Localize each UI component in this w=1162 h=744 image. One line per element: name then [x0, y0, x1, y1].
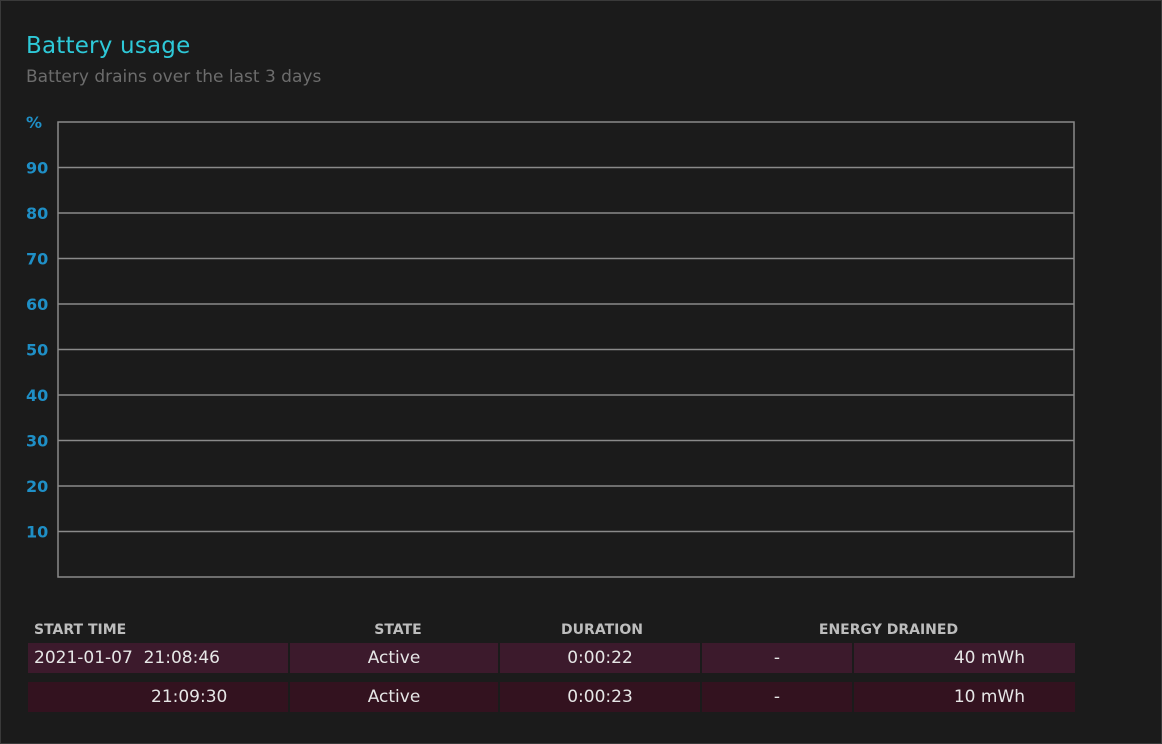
table-header: START TIME STATE DURATION ENERGY DRAINED: [28, 618, 1075, 642]
y-tick-label: 90: [26, 159, 48, 178]
cell-percent: -: [702, 682, 852, 712]
y-tick-label: 60: [26, 295, 48, 314]
header-state: STATE: [374, 622, 422, 638]
battery-drain-chart: % 90 80 70 60 50 40 30 20 10: [26, 113, 1075, 578]
table-row: 2021-01-07 21:08:46 Active 0:00:22 - 40 …: [28, 643, 1075, 673]
table-row: 21:09:30 Active 0:00:23 - 10 mWh: [28, 682, 1075, 712]
y-tick-label: 10: [26, 523, 48, 542]
y-tick-label: 40: [26, 386, 48, 405]
y-axis-unit-label: %: [26, 113, 42, 132]
header-energy-drained: ENERGY DRAINED: [818, 622, 959, 638]
header-duration: DURATION: [561, 622, 643, 638]
y-tick-label: 50: [26, 341, 48, 360]
cell-start-time: 2021-01-07 21:08:46: [28, 643, 288, 673]
y-tick-label: 70: [26, 250, 48, 269]
cell-energy: 10 mWh: [854, 682, 1075, 712]
cell-duration: 0:00:23: [500, 682, 700, 712]
cell-state: Active: [290, 643, 498, 673]
cell-percent: -: [702, 643, 852, 673]
cell-energy: 40 mWh: [854, 643, 1075, 673]
battery-drains-table: START TIME STATE DURATION ENERGY DRAINED…: [28, 618, 1075, 712]
cell-start-time: 21:09:30: [28, 682, 288, 712]
y-tick-label: 30: [26, 432, 48, 451]
header-start-time: START TIME: [34, 622, 127, 638]
cell-duration: 0:00:22: [500, 643, 700, 673]
y-tick-label: 80: [26, 204, 48, 223]
cell-state: Active: [290, 682, 498, 712]
y-tick-label: 20: [26, 477, 48, 496]
